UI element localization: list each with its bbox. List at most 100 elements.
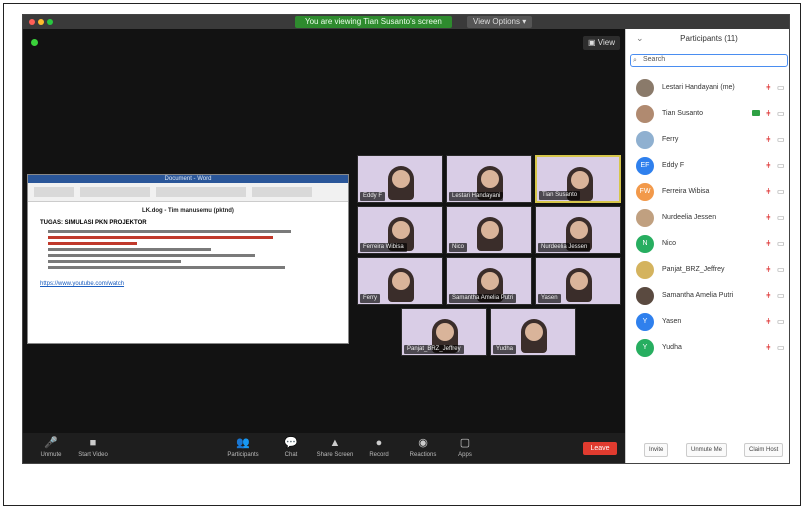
video-tile[interactable]: Nurdeelia Jessen	[535, 206, 621, 254]
mic-muted-icon[interactable]: ǂ	[766, 161, 771, 170]
mic-muted-icon[interactable]: ǂ	[766, 83, 771, 92]
participant-name: Samantha Amelia Putri	[662, 292, 734, 299]
document-heading: LK.dog - Tim manusemu (pktnd)	[142, 208, 234, 214]
video-tile[interactable]: Ferreira Wibisa	[357, 206, 443, 254]
participant-row[interactable]: Tian Susanto ǂ ▭	[626, 102, 789, 128]
camera-off-icon[interactable]: ▭	[777, 265, 785, 274]
mic-muted-icon[interactable]: ǂ	[766, 239, 771, 248]
video-tile[interactable]: Lestari Handayani	[446, 155, 532, 203]
invite-button[interactable]: Invite	[644, 443, 669, 457]
toolbar-label: Chat	[284, 452, 298, 458]
mic-muted-icon[interactable]: ǂ	[766, 109, 771, 118]
video-tile[interactable]: Nico	[446, 206, 532, 254]
video-tile[interactable]: Yudha	[490, 308, 576, 356]
participants-panel: ⌄ Participants (11) ⌕ Search Lestari Han…	[625, 29, 789, 463]
document-title: Document - Word	[28, 175, 348, 183]
participants-button[interactable]: 👥 Participants	[221, 435, 265, 463]
document-text-line	[48, 242, 137, 245]
tile-name-label: Samantha Amelia Putri	[449, 294, 517, 303]
participant-row[interactable]: Panjat_BRZ_Jeffrey ǂ ▭	[626, 258, 789, 284]
participant-list: Lestari Handayani (me) ǂ ▭ Tian Susanto ǂ ▭ Fe…	[626, 76, 789, 362]
participant-name: Nico	[662, 240, 677, 247]
camera-off-icon[interactable]: ▭	[777, 291, 785, 300]
participant-row[interactable]: Ferry ǂ ▭	[626, 128, 789, 154]
record-button[interactable]: ● Record	[357, 435, 401, 463]
participant-row[interactable]: Y Yudha ǂ ▭	[626, 336, 789, 362]
avatar	[636, 261, 654, 279]
video-tile[interactable]: Eddy F	[357, 155, 443, 203]
participant-search-input[interactable]: ⌕ Search	[630, 54, 788, 67]
video-tile[interactable]: Tian Susanto	[535, 155, 621, 203]
participant-row[interactable]: Y Yasen ǂ ▭	[626, 310, 789, 336]
participant-face	[392, 272, 410, 290]
unmute-me-button[interactable]: Unmute Me	[686, 443, 728, 457]
ribbon-group	[156, 187, 246, 197]
camera-off-icon[interactable]: ▭	[777, 187, 785, 196]
participant-face	[392, 170, 410, 188]
camera-off-icon[interactable]: ▭	[777, 239, 785, 248]
mic-muted-icon[interactable]: ǂ	[766, 187, 771, 196]
start-video-button[interactable]: ■ Start Video	[71, 435, 115, 463]
camera-off-icon[interactable]: ▭	[777, 343, 785, 352]
unmute-button[interactable]: 🎤 Unmute	[29, 435, 73, 463]
reactions-icon: ◉	[418, 437, 428, 449]
reactions-button[interactable]: ◉ Reactions	[401, 435, 445, 463]
maximize-window-button[interactable]	[47, 19, 53, 25]
participant-face	[570, 221, 588, 239]
participant-row[interactable]: EF Eddy F ǂ ▭	[626, 154, 789, 180]
ribbon-group	[252, 187, 312, 197]
camera-off-icon[interactable]: ▭	[777, 109, 785, 118]
video-tile[interactable]: Samantha Amelia Putri	[446, 257, 532, 305]
chat-button[interactable]: 💬 Chat	[269, 435, 313, 463]
leave-button[interactable]: Leave	[583, 442, 617, 455]
participant-row[interactable]: N Nico ǂ ▭	[626, 232, 789, 258]
mic-muted-icon[interactable]: ǂ	[766, 343, 771, 352]
participant-row[interactable]: Nurdeelia Jessen ǂ ▭	[626, 206, 789, 232]
document-link[interactable]: https://www.youtube.com/watch	[40, 281, 336, 287]
claim-host-button[interactable]: Claim Host	[744, 443, 784, 457]
participant-row[interactable]: Samantha Amelia Putri ǂ ▭	[626, 284, 789, 310]
chat-icon: 💬	[284, 437, 298, 449]
encryption-status-icon[interactable]	[31, 39, 38, 46]
mic-muted-icon[interactable]: ǂ	[766, 213, 771, 222]
participant-row[interactable]: Lestari Handayani (me) ǂ ▭	[626, 76, 789, 102]
video-tile[interactable]: Panjat_BRZ_Jeffrey	[401, 308, 487, 356]
close-window-button[interactable]	[29, 19, 35, 25]
avatar: N	[636, 235, 654, 253]
participant-name: Yudha	[662, 344, 682, 351]
video-tile[interactable]: Ferry	[357, 257, 443, 305]
participant-name: Yasen	[662, 318, 682, 325]
view-mode-button[interactable]: ▣ View	[583, 36, 620, 50]
camera-off-icon[interactable]: ▭	[777, 161, 785, 170]
camera-off-icon[interactable]: ▭	[777, 213, 785, 222]
participant-face	[481, 272, 499, 290]
camera-off-icon[interactable]: ▭	[777, 83, 785, 92]
mic-muted-icon[interactable]: ǂ	[766, 291, 771, 300]
start-video-icon: ■	[89, 437, 97, 449]
apps-button[interactable]: ▢ Apps	[443, 435, 487, 463]
toolbar-label: Unmute	[40, 452, 62, 458]
camera-off-icon[interactable]: ▭	[777, 317, 785, 326]
mic-muted-icon[interactable]: ǂ	[766, 317, 771, 326]
ribbon-group	[34, 187, 74, 197]
record-icon: ●	[375, 437, 383, 449]
participant-face	[525, 323, 543, 341]
minimize-window-button[interactable]	[38, 19, 44, 25]
avatar	[636, 79, 654, 97]
tile-name-label: Ferreira Wibisa	[360, 243, 407, 252]
participant-name: Lestari Handayani (me)	[662, 84, 735, 91]
mic-muted-icon[interactable]: ǂ	[766, 265, 771, 274]
shared-screen-document[interactable]: Document - Word LK.dog - Tim manusemu (p…	[27, 174, 349, 344]
video-tile[interactable]: Yasen	[535, 257, 621, 305]
mic-muted-icon[interactable]: ǂ	[766, 135, 771, 144]
search-placeholder: Search	[643, 56, 666, 63]
view-options-button[interactable]: View Options ▾	[467, 16, 533, 28]
camera-off-icon[interactable]: ▭	[777, 135, 785, 144]
tile-name-label: Nico	[449, 243, 468, 252]
share-screen-button[interactable]: ▲ Share Screen	[313, 435, 357, 463]
avatar	[636, 105, 654, 123]
participant-row[interactable]: FW Ferreira Wibisa ǂ ▭	[626, 180, 789, 206]
document-subheading: TUGAS: SIMULASI PKN PROJEKTOR	[40, 220, 147, 226]
word-ribbon	[28, 183, 348, 202]
document-text-line	[48, 230, 291, 233]
